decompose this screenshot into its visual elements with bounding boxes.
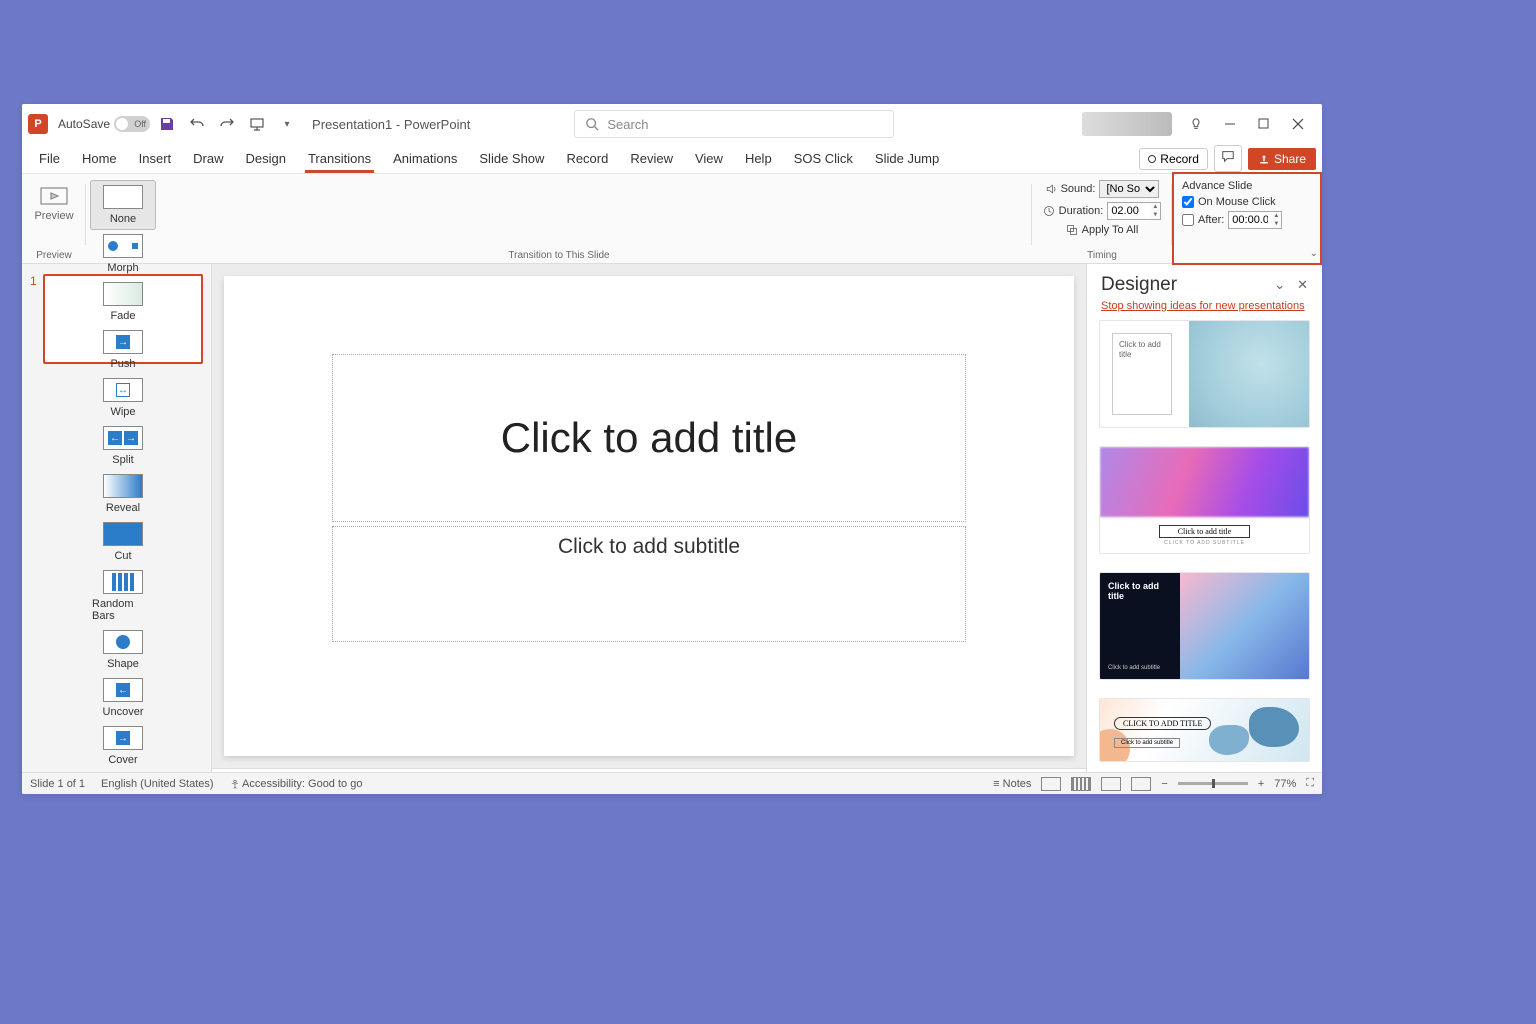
autosave-label: AutoSave [58,117,110,131]
share-button[interactable]: Share [1248,148,1316,170]
transition-wipe[interactable]: ↔Wipe [90,374,156,422]
redo-icon[interactable] [218,115,236,133]
powerpoint-window: P AutoSave Off ▾ Presentation1 - PowerPo… [22,104,1322,794]
maximize-button[interactable] [1254,114,1274,134]
file-title: Presentation1 - PowerPoint [312,117,470,132]
apply-to-all-button[interactable]: Apply To All [1066,224,1139,236]
undo-icon[interactable] [188,115,206,133]
menu-design[interactable]: Design [235,145,297,172]
design-idea-1[interactable]: Click to add title [1099,320,1310,428]
zoom-percent[interactable]: 77% [1274,778,1296,790]
designer-close-icon[interactable]: ✕ [1297,277,1308,293]
save-icon[interactable] [158,115,176,133]
transition-cut[interactable]: Cut [90,518,156,566]
designer-title: Designer [1101,274,1177,296]
after-spinner[interactable]: ▲▼ [1228,211,1282,229]
design-idea-3[interactable]: Click to add title Click to add subtitle [1099,572,1310,680]
view-normal-button[interactable] [1041,777,1061,791]
menu-record[interactable]: Record [555,145,619,172]
transition-shape[interactable]: Shape [90,626,156,674]
transition-push[interactable]: →Push [90,326,156,374]
status-accessibility[interactable]: Accessibility: Good to go [230,778,363,790]
menu-file[interactable]: File [28,145,71,172]
slide-number: 1 [30,274,37,364]
zoom-in-button[interactable]: + [1258,778,1264,790]
designer-collapse-icon[interactable]: ⌄ [1274,277,1285,293]
preview-button[interactable]: Preview [29,178,79,222]
menu-view[interactable]: View [684,145,734,172]
view-slideshow-button[interactable] [1131,777,1151,791]
transition-split[interactable]: ←→Split [90,422,156,470]
ribbon-collapse-button[interactable]: ⌄ [1310,248,1318,259]
menu-review[interactable]: Review [619,145,684,172]
sound-icon [1045,183,1057,195]
transition-cover[interactable]: →Cover [90,722,156,770]
lightbulb-icon[interactable] [1186,114,1206,134]
menu-slidejump[interactable]: Slide Jump [864,145,950,172]
design-idea-4[interactable]: CLICK TO ADD TITLE Click to add subtitle [1099,698,1310,762]
menu-transitions[interactable]: Transitions [297,145,382,172]
record-dot-icon [1148,155,1156,163]
on-mouse-click-checkbox[interactable] [1182,196,1194,208]
notes-toggle[interactable]: ≡ Notes [993,778,1031,790]
user-account[interactable] [1082,112,1172,136]
sound-select[interactable]: [No Sound] [1099,180,1159,198]
designer-stop-link[interactable]: Stop showing ideas for new presentations [1087,300,1322,320]
ribbon-group-advance: Advance Slide On Mouse Click After: ▲▼ [1172,172,1322,265]
designer-panel: Designer ⌄ ✕ Stop showing ideas for new … [1086,264,1322,772]
app-icon: P [28,114,48,134]
transition-uncover[interactable]: ←Uncover [90,674,156,722]
workspace: 1 Click to add title Click to add subtit… [22,264,1322,772]
design-idea-2[interactable]: Click to add title CLICK TO ADD SUBTITLE [1099,446,1310,554]
title-bar: P AutoSave Off ▾ Presentation1 - PowerPo… [22,104,1322,144]
menu-animations[interactable]: Animations [382,145,468,172]
duration-spinner[interactable]: ▲▼ [1107,202,1161,220]
zoom-slider[interactable] [1178,782,1248,785]
record-button[interactable]: Record [1139,148,1208,170]
close-button[interactable] [1288,114,1308,134]
transition-reveal[interactable]: Reveal [90,470,156,518]
status-bar: Slide 1 of 1 English (United States) Acc… [22,772,1322,794]
status-language[interactable]: English (United States) [101,778,214,790]
menu-bar: File Home Insert Draw Design Transitions… [22,144,1322,174]
slide-canvas[interactable]: Click to add title Click to add subtitle [224,276,1074,756]
transition-fade[interactable]: Fade [90,278,156,326]
subtitle-placeholder[interactable]: Click to add subtitle [332,526,966,642]
present-icon[interactable] [248,115,266,133]
menu-insert[interactable]: Insert [128,145,183,172]
editor-area: Click to add title Click to add subtitle… [212,264,1086,772]
status-slide-info: Slide 1 of 1 [30,778,85,790]
qat-more-icon[interactable]: ▾ [278,115,296,133]
apply-all-icon [1066,224,1078,236]
menu-help[interactable]: Help [734,145,783,172]
ribbon: Preview Preview None Morph Fade →Push ↔W… [22,174,1322,264]
menu-slideshow[interactable]: Slide Show [468,145,555,172]
duration-icon [1043,205,1055,217]
ribbon-group-preview: Preview Preview [22,174,86,263]
share-icon [1258,153,1270,165]
canvas-area[interactable]: Click to add title Click to add subtitle [212,264,1086,768]
menu-home[interactable]: Home [71,145,128,172]
menu-sosclick[interactable]: SOS Click [783,145,864,172]
transition-randombars[interactable]: Random Bars [90,566,156,626]
preview-icon [39,184,69,208]
view-sorter-button[interactable] [1071,777,1091,791]
comments-button[interactable] [1214,145,1242,172]
menu-draw[interactable]: Draw [182,145,234,172]
search-icon [585,117,599,131]
zoom-out-button[interactable]: − [1161,778,1167,790]
ribbon-group-transitions: None Morph Fade →Push ↔Wipe ←→Split Reve… [86,174,1032,263]
title-placeholder[interactable]: Click to add title [332,354,966,522]
autosave-toggle[interactable]: Off [114,116,150,132]
fit-to-window-button[interactable]: ⛶ [1306,777,1314,790]
after-checkbox[interactable] [1182,214,1194,226]
transition-none[interactable]: None [90,180,156,230]
view-reading-button[interactable] [1101,777,1121,791]
search-box[interactable]: Search [574,110,894,138]
minimize-button[interactable] [1220,114,1240,134]
accessibility-icon [230,779,240,789]
ribbon-group-timing: Sound: [No Sound] Duration: ▲▼ Apply To … [1032,174,1172,263]
